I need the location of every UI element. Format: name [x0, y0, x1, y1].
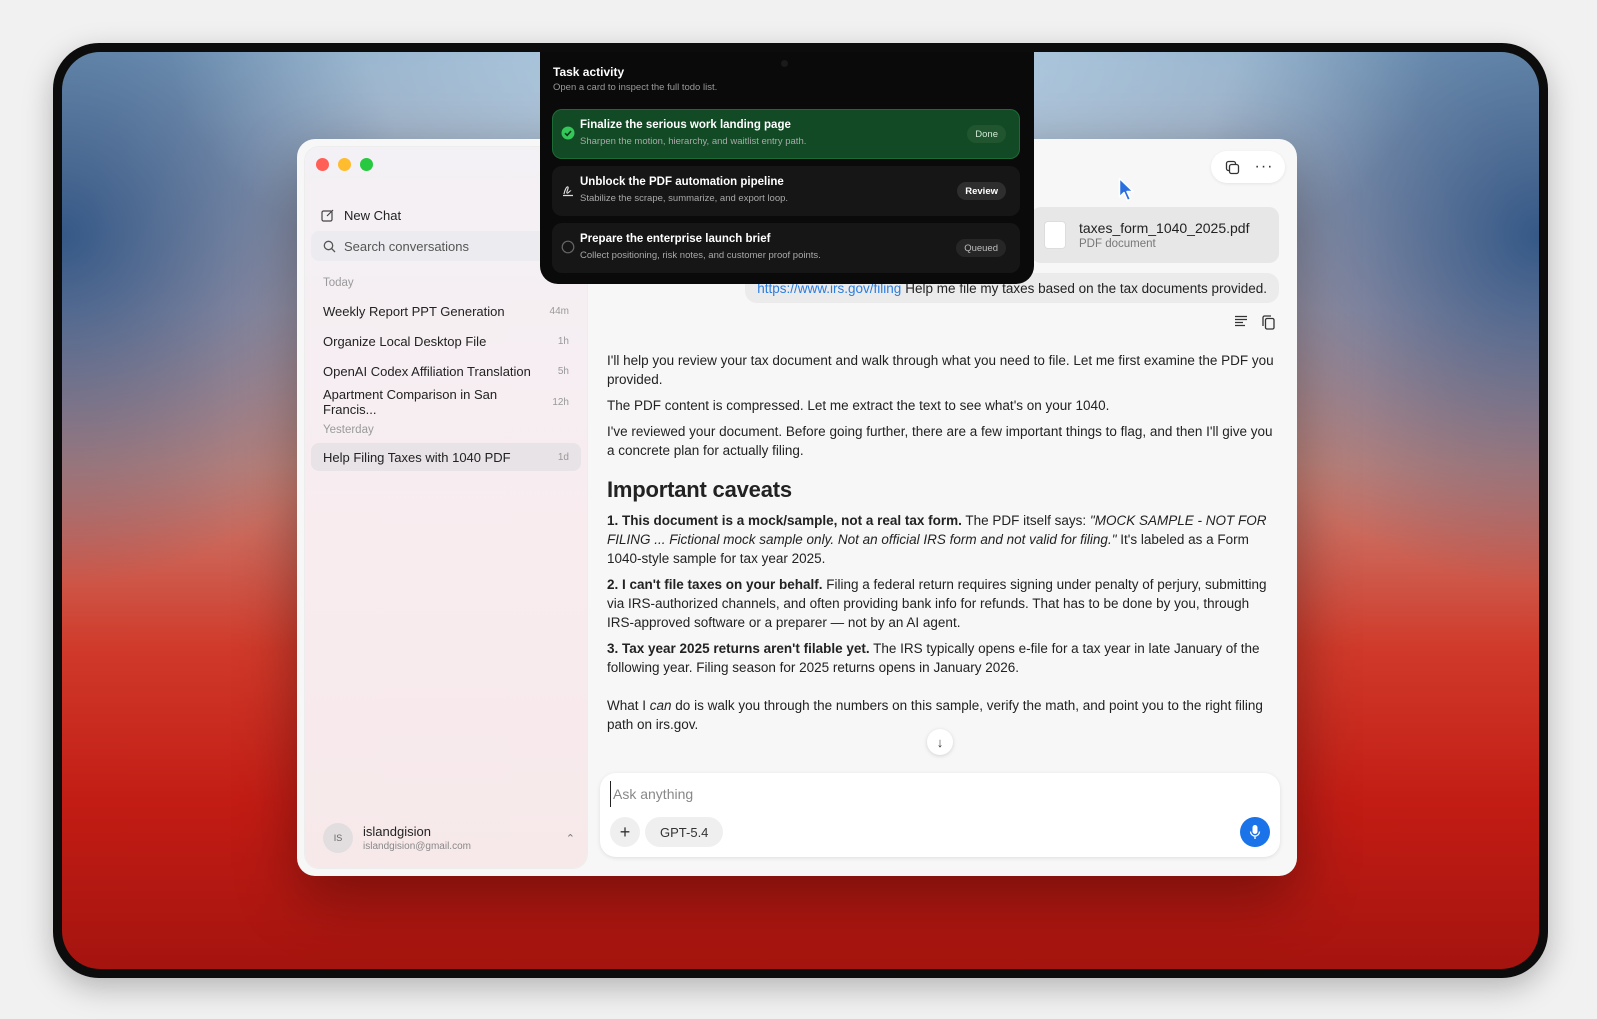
task-panel-title: Task activity: [553, 65, 625, 79]
section-label-today: Today: [323, 277, 354, 289]
task-description: Sharpen the motion, hierarchy, and waitl…: [580, 136, 807, 147]
task-description: Collect positioning, risk notes, and cus…: [580, 250, 821, 261]
conversation-time: 12h: [552, 396, 569, 408]
check-circle-icon: [561, 126, 575, 140]
status-badge: Queued: [956, 239, 1006, 257]
close-window-button[interactable]: [316, 158, 329, 171]
search-placeholder: Search conversations: [344, 238, 470, 254]
text-format-icon[interactable]: [1234, 315, 1248, 327]
answer-heading: Important caveats: [607, 477, 792, 502]
caveat-2: 2. I can't file taxes on your behalf. Fi…: [607, 577, 1267, 630]
caveat-3: 3. Tax year 2025 returns aren't filable …: [607, 641, 1260, 675]
task-activity-panel: Task activity Open a card to inspect the…: [540, 52, 1034, 284]
conversation-title: Organize Local Desktop File: [323, 333, 487, 349]
conversation-item-active[interactable]: Help Filing Taxes with 1040 PDF 1d: [311, 443, 581, 471]
conversation-title: Weekly Report PPT Generation: [323, 303, 505, 319]
copy-window-icon: [1225, 160, 1239, 174]
new-window-button[interactable]: [1219, 155, 1245, 179]
message-tools: [1234, 315, 1275, 330]
plus-icon: +: [619, 821, 631, 842]
conversation-time: 1h: [557, 335, 569, 347]
status-badge: Done: [967, 125, 1006, 143]
conversation-title: Apartment Comparison in San Francis...: [323, 387, 498, 417]
more-options-button[interactable]: ···: [1251, 155, 1277, 179]
task-card[interactable]: Unblock the PDF automation pipeline Stab…: [552, 166, 1020, 216]
user-email: islandgision@gmail.com: [363, 841, 471, 852]
conversation-time: 44m: [549, 305, 569, 317]
add-attachment-button[interactable]: +: [610, 817, 640, 847]
user-account-menu[interactable]: IS islandgision islandgision@gmail.com ⌃: [323, 820, 575, 856]
attachment-name: taxes_form_1040_2025.pdf: [1079, 220, 1250, 236]
assistant-message: I'll help you review your tax document a…: [607, 351, 1277, 741]
conversation-item[interactable]: Apartment Comparison in San Francis... 1…: [311, 387, 581, 417]
conversation-title: OpenAI Codex Affiliation Translation: [323, 363, 531, 379]
device-frame: New Chat Search conversations Today Week…: [53, 43, 1548, 978]
empty-circle-icon: [561, 240, 575, 254]
conversation-title: Help Filing Taxes with 1040 PDF: [323, 449, 511, 465]
compose-icon: [321, 209, 334, 222]
avatar: IS: [323, 823, 353, 853]
section-label-yesterday: Yesterday: [323, 424, 374, 436]
answer-paragraph: The PDF content is compressed. Let me ex…: [607, 398, 1110, 413]
answer-paragraph: I've reviewed your document. Before goin…: [607, 424, 1273, 458]
model-selector[interactable]: GPT-5.4: [645, 817, 724, 847]
status-badge: Review: [957, 182, 1006, 200]
search-icon: [323, 240, 336, 252]
attachment-type: PDF document: [1079, 238, 1156, 250]
copy-icon[interactable]: [1262, 315, 1275, 330]
voice-input-button[interactable]: [1240, 817, 1270, 847]
task-panel-subtitle: Open a card to inspect the full todo lis…: [553, 82, 718, 93]
microphone-icon: [1249, 825, 1261, 839]
new-chat-button[interactable]: New Chat: [321, 202, 401, 228]
conversation-item[interactable]: Weekly Report PPT Generation 44m: [311, 297, 581, 325]
task-card[interactable]: Prepare the enterprise launch brief Coll…: [552, 223, 1020, 273]
new-chat-label: New Chat: [344, 207, 402, 223]
task-title: Unblock the PDF automation pipeline: [580, 176, 784, 188]
mouse-cursor-icon: [1118, 177, 1134, 202]
caveat-1: 1. This document is a mock/sample, not a…: [607, 513, 1267, 566]
task-card[interactable]: Finalize the serious work landing page S…: [552, 109, 1020, 159]
top-actions: ···: [1211, 151, 1285, 183]
scroll-to-bottom-button[interactable]: ↓: [927, 729, 953, 755]
desktop-wallpaper: New Chat Search conversations Today Week…: [62, 52, 1539, 969]
signature-icon: [563, 186, 573, 197]
conversation-time: 1d: [557, 451, 569, 463]
chevron-up-down-icon: ⌃: [565, 832, 575, 845]
conversation-item[interactable]: OpenAI Codex Affiliation Translation 5h: [311, 357, 581, 385]
message-input[interactable]: [610, 781, 1215, 807]
arrow-down-icon: ↓: [936, 734, 944, 750]
answer-paragraph: I'll help you review your tax document a…: [607, 353, 1274, 387]
task-title: Finalize the serious work landing page: [580, 119, 791, 131]
user-name: islandgision: [363, 824, 431, 839]
document-icon: [1045, 222, 1065, 248]
camera-dot: [781, 60, 788, 67]
pdf-attachment[interactable]: taxes_form_1040_2025.pdf PDF document: [1031, 207, 1279, 263]
zoom-window-button[interactable]: [360, 158, 373, 171]
window-controls: [316, 158, 373, 171]
conversation-time: 5h: [557, 365, 569, 377]
task-description: Stabilize the scrape, summarize, and exp…: [580, 193, 789, 204]
ellipsis-icon: ···: [1254, 158, 1274, 175]
minimize-window-button[interactable]: [338, 158, 351, 171]
task-title: Prepare the enterprise launch brief: [580, 233, 771, 245]
composer: + GPT-5.4: [600, 773, 1280, 857]
conversation-item[interactable]: Organize Local Desktop File 1h: [311, 327, 581, 355]
